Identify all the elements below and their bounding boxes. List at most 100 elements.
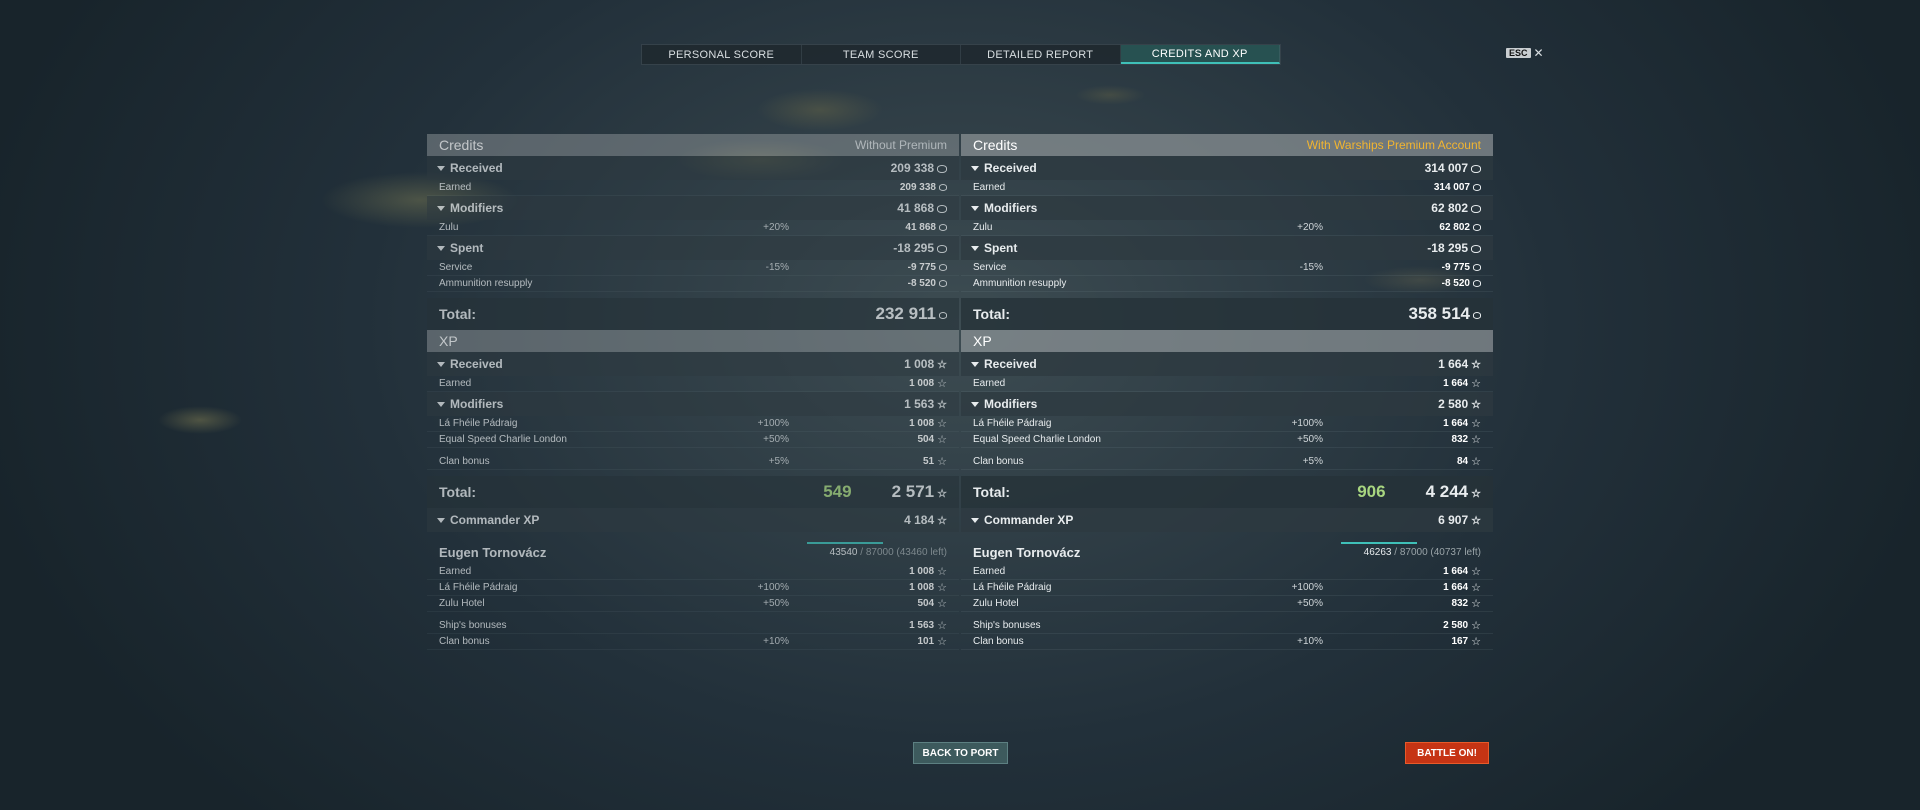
row-label: Equal Speed Charlie London xyxy=(973,434,1101,445)
row-value: 41 868 xyxy=(905,222,936,233)
tab-personal-score[interactable]: PERSONAL SCORE xyxy=(642,45,802,64)
total-value: 4 244 xyxy=(1425,482,1469,501)
total-value: 2 571 xyxy=(891,482,935,501)
row-percent: +20% xyxy=(763,222,789,233)
credits-spent-group[interactable]: Spent -18 295 xyxy=(427,236,959,260)
star-icon: ☆ xyxy=(1471,620,1481,632)
row-percent: +20% xyxy=(1297,222,1323,233)
list-item: Earned 1 008 ☆ xyxy=(427,564,959,580)
row-value: 1 664 xyxy=(1443,582,1469,593)
commander-xp-group[interactable]: Commander XP 4 184 ☆ xyxy=(427,508,959,532)
credits-title: Credits xyxy=(439,137,484,153)
list-item: Clan bonus +5% 84 ☆ xyxy=(961,454,1493,470)
row-label: Clan bonus xyxy=(973,636,1024,647)
row-percent: +10% xyxy=(1297,636,1323,647)
row-value: -8 520 xyxy=(1441,278,1470,289)
star-icon: ☆ xyxy=(1471,598,1481,610)
xp-received-group[interactable]: Received 1 008 ☆ xyxy=(427,352,959,376)
chevron-down-icon xyxy=(971,361,979,367)
credits-modifiers-group[interactable]: Modifiers 41 868 xyxy=(427,196,959,220)
commander-xp-value: 43540 xyxy=(829,546,858,558)
battle-on-button[interactable]: BATTLE ON! xyxy=(1405,742,1489,764)
star-icon: ☆ xyxy=(937,434,947,446)
tab-credits-and-xp[interactable]: CREDITS AND XP xyxy=(1120,45,1280,64)
coin-icon xyxy=(939,311,947,319)
commander-xp-group[interactable]: Commander XP 6 907 ☆ xyxy=(961,508,1493,532)
row-percent: +100% xyxy=(757,418,789,429)
row-value: 62 802 xyxy=(1439,222,1470,233)
total-label: Total: xyxy=(973,484,1011,500)
row-label: Lá Fhéile Pádraig xyxy=(973,418,1052,429)
chevron-down-icon xyxy=(971,165,979,171)
list-item: Earned 1 664 ☆ xyxy=(961,564,1493,580)
star-icon: ☆ xyxy=(937,582,947,594)
total-value: 358 514 xyxy=(1408,304,1470,323)
credits-received-group[interactable]: Received 314 007 xyxy=(961,156,1493,180)
group-value: 62 802 xyxy=(1431,201,1468,215)
list-item: Clan bonus +10% 167 ☆ xyxy=(961,634,1493,650)
commander-name: Eugen Tornovácz xyxy=(439,544,547,560)
row-value: 101 xyxy=(917,636,935,647)
coin-icon xyxy=(1473,311,1481,319)
group-value: 41 868 xyxy=(897,201,934,215)
group-value: 209 338 xyxy=(890,161,934,175)
esc-close-button[interactable]: ESC ✕ xyxy=(1506,46,1544,60)
xp-modifiers-group[interactable]: Modifiers 1 563 ☆ xyxy=(427,392,959,416)
row-percent: +5% xyxy=(768,456,789,467)
coin-icon xyxy=(1473,264,1481,271)
list-item: Service -15% -9 775 xyxy=(427,260,959,276)
row-label: Zulu Hotel xyxy=(439,598,485,609)
row-percent: +50% xyxy=(763,598,789,609)
group-label: Spent xyxy=(984,241,1018,255)
group-value: 6 907 xyxy=(1438,513,1469,527)
group-value: -18 295 xyxy=(1427,241,1468,255)
credits-section-header: Credits Without Premium xyxy=(427,134,959,156)
row-value: 504 xyxy=(917,598,935,609)
row-label: Earned xyxy=(973,566,1006,577)
list-item: Equal Speed Charlie London +50% 832 ☆ xyxy=(961,432,1493,448)
xp-total: Total: 906 4 244 ☆ xyxy=(961,476,1493,508)
row-label: Service xyxy=(973,262,1007,273)
row-label: Service xyxy=(439,262,473,273)
credits-spent-group[interactable]: Spent -18 295 xyxy=(961,236,1493,260)
row-label: Earned xyxy=(973,378,1006,389)
group-label: Commander XP xyxy=(450,513,540,527)
chevron-down-icon xyxy=(437,517,445,523)
tab-detailed-report[interactable]: DETAILED REPORT xyxy=(961,45,1121,64)
row-label: Ammunition resupply xyxy=(973,278,1067,289)
row-label: Clan bonus xyxy=(973,456,1024,467)
chevron-down-icon xyxy=(971,245,979,251)
star-icon: ☆ xyxy=(1471,434,1481,446)
group-value: 1 664 xyxy=(1438,357,1469,371)
chevron-down-icon xyxy=(437,361,445,367)
credits-modifiers-group[interactable]: Modifiers 62 802 xyxy=(961,196,1493,220)
row-value: 1 008 xyxy=(909,582,935,593)
row-percent: -15% xyxy=(1299,262,1323,273)
tab-team-score[interactable]: TEAM SCORE xyxy=(802,45,961,64)
coin-icon xyxy=(1473,280,1481,287)
list-item: Earned 209 338 xyxy=(427,180,959,196)
panel-header: With Warships Premium Account xyxy=(1306,138,1481,152)
back-to-port-button[interactable]: BACK TO PORT xyxy=(913,742,1008,764)
credits-total: Total: 232 911 xyxy=(427,298,959,330)
list-item: Service -15% -9 775 xyxy=(961,260,1493,276)
panel-header: Without Premium xyxy=(854,138,947,152)
commander-xp-progress-bar xyxy=(1341,542,1417,544)
chevron-down-icon xyxy=(437,165,445,171)
results-tabs: PERSONAL SCORE TEAM SCORE DETAILED REPOR… xyxy=(641,44,1281,65)
coin-icon xyxy=(939,184,947,191)
group-label: Received xyxy=(450,357,503,371)
row-percent: +10% xyxy=(763,636,789,647)
xp-modifiers-group[interactable]: Modifiers 2 580 ☆ xyxy=(961,392,1493,416)
star-icon: ☆ xyxy=(937,620,947,632)
row-value: 1 664 xyxy=(1443,378,1469,389)
credits-received-group[interactable]: Received 209 338 xyxy=(427,156,959,180)
credits-total: Total: 358 514 xyxy=(961,298,1493,330)
list-item: Zulu +20% 62 802 xyxy=(961,220,1493,236)
chevron-down-icon xyxy=(971,401,979,407)
star-icon: ☆ xyxy=(937,456,947,468)
row-value: -8 520 xyxy=(907,278,936,289)
group-label: Received xyxy=(984,161,1037,175)
coin-icon xyxy=(939,264,947,271)
xp-received-group[interactable]: Received 1 664 ☆ xyxy=(961,352,1493,376)
